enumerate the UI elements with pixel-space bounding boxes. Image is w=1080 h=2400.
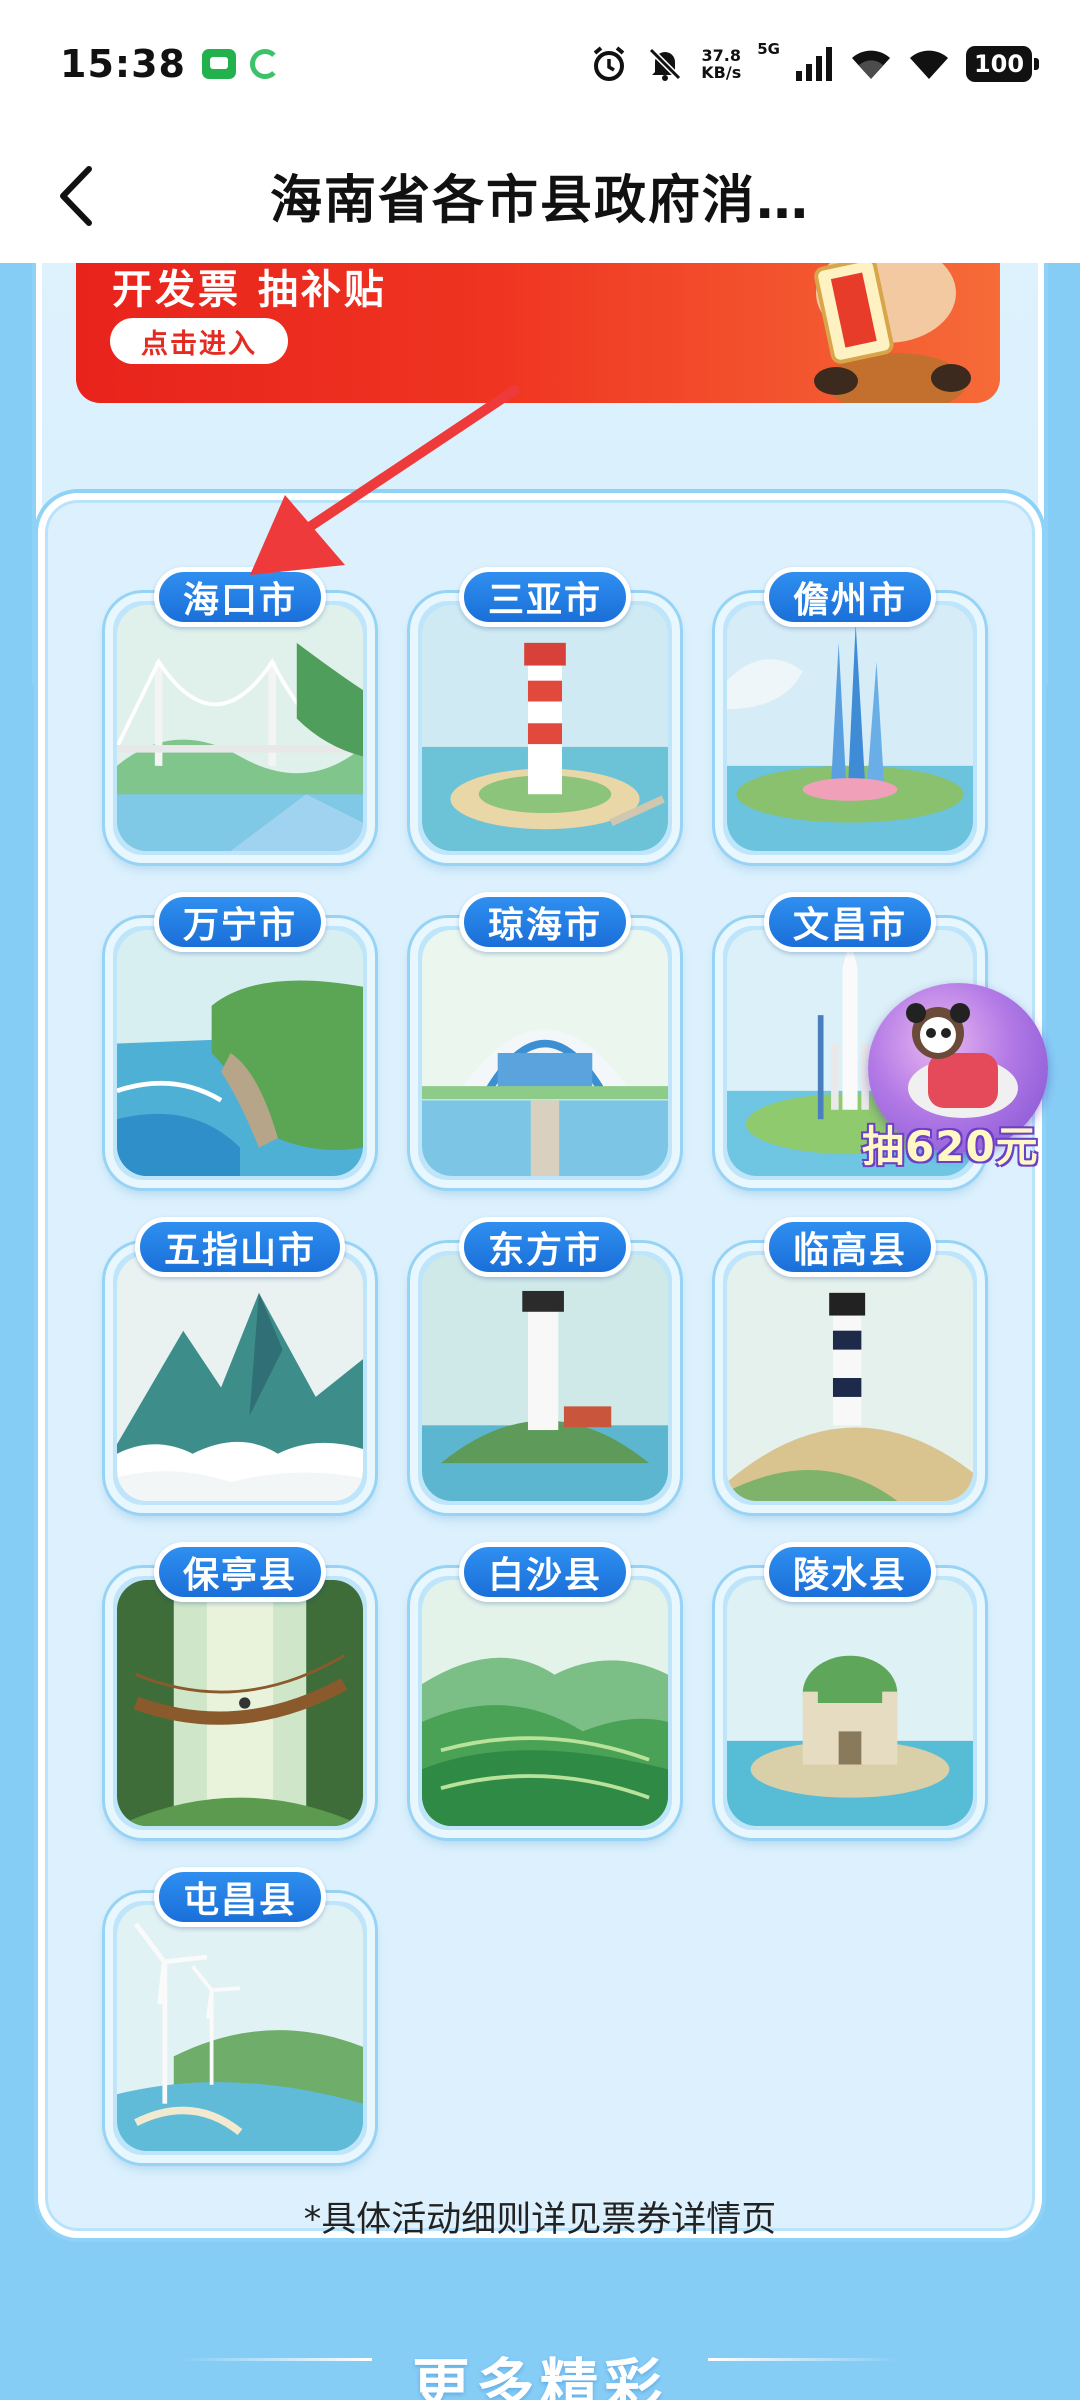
signal-icon <box>796 47 834 81</box>
divider-line-right <box>708 2357 898 2361</box>
region-label: 文昌市 <box>763 892 937 952</box>
lottery-amount: 抽620元 <box>862 1122 1039 1171</box>
region-illustration <box>422 1255 668 1501</box>
region-tile[interactable]: 五指山市 <box>105 1217 375 1513</box>
mute-bell-icon <box>645 44 685 84</box>
region-illustration <box>422 605 668 851</box>
page-title: 海南省各市县政府消… <box>269 171 810 231</box>
region-illustration <box>727 1255 973 1501</box>
region-tile[interactable]: 白沙县 <box>410 1542 680 1838</box>
chevron-left-icon <box>60 165 92 226</box>
region-illustration <box>117 1255 363 1501</box>
promo-banner[interactable]: 开发票 抽补贴 点击进入 <box>76 263 1000 403</box>
wifi-icon <box>850 47 892 81</box>
region-label: 屯昌县 <box>153 1867 327 1927</box>
region-tile[interactable]: 琼海市 <box>410 892 680 1188</box>
speed-unit: KB/s <box>701 63 742 82</box>
chat-app-icon <box>201 49 236 79</box>
status-icons: 37.8 KB/s 5G 100 <box>589 40 1039 84</box>
region-illustration <box>117 930 363 1176</box>
more-section: 更多精彩 <box>0 2318 1080 2400</box>
region-label: 三亚市 <box>458 567 632 627</box>
region-illustration <box>422 930 668 1176</box>
region-tile[interactable]: 临高县 <box>715 1217 985 1513</box>
status-bar: 15:38 37.8 KB/s 5G 100 <box>0 0 1080 128</box>
alarm-icon <box>589 44 629 84</box>
region-tile[interactable]: 东方市 <box>410 1217 680 1513</box>
region-tile[interactable]: 海口市 <box>105 567 375 863</box>
back-button[interactable] <box>40 158 110 233</box>
region-label: 万宁市 <box>153 892 327 952</box>
divider-line-left <box>181 2357 372 2361</box>
region-label: 保亭县 <box>153 1542 327 1602</box>
region-tile[interactable]: 陵水县 <box>715 1542 985 1838</box>
region-tile[interactable]: 三亚市 <box>410 567 680 863</box>
network-speed: 37.8 KB/s <box>701 47 741 81</box>
region-label: 陵水县 <box>763 1542 937 1602</box>
status-time: 15:38 <box>60 42 186 86</box>
mascot-illustration <box>814 263 971 403</box>
region-illustration <box>117 1580 363 1826</box>
more-title: 更多精彩 <box>411 2352 668 2400</box>
region-label: 海口市 <box>153 567 327 627</box>
speed-value: 37.8 <box>701 46 741 65</box>
nav-bar: 海南省各市县政府消… <box>0 128 1080 263</box>
region-illustration <box>117 605 363 851</box>
region-tile[interactable]: 万宁市 <box>105 892 375 1188</box>
battery-indicator: 100 <box>966 46 1039 82</box>
sync-app-icon <box>249 49 280 79</box>
region-label: 五指山市 <box>134 1217 346 1277</box>
disclaimer-text: *具体活动细则详见票券详情页 <box>303 2200 777 2240</box>
region-illustration <box>727 1580 973 1826</box>
region-illustration <box>422 1580 668 1826</box>
region-tile[interactable]: 屯昌县 <box>105 1867 375 2163</box>
page-content[interactable]: 开发票 抽补贴 点击进入 海口市 三亚市 儋州市万宁市 琼海市 文昌市五指山市 东方市 临高… <box>0 263 1080 2400</box>
region-illustration <box>727 605 973 851</box>
region-label: 东方市 <box>458 1217 632 1277</box>
region-label: 琼海市 <box>458 892 632 952</box>
region-illustration <box>117 1905 363 2151</box>
region-tile[interactable]: 儋州市 <box>715 567 985 863</box>
promo-enter-button[interactable]: 点击进入 <box>110 318 288 364</box>
network-type: 5G <box>757 40 780 58</box>
wifi-icon-2 <box>908 47 950 81</box>
floating-lottery-widget[interactable]: 抽620元 <box>858 983 1058 1183</box>
region-tile[interactable]: 保亭县 <box>105 1542 375 1838</box>
promo-headline: 开发票 抽补贴 <box>112 267 387 313</box>
region-label: 临高县 <box>763 1217 937 1277</box>
region-label: 白沙县 <box>458 1542 632 1602</box>
region-label: 儋州市 <box>763 567 937 627</box>
